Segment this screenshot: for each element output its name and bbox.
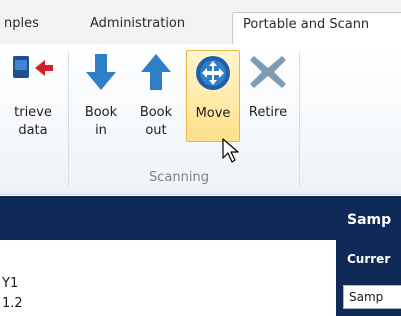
move-label: Move xyxy=(195,106,231,121)
tab-portable-and-scanning[interactable]: Portable and Scann xyxy=(232,12,401,44)
ribbon-tab-strip: nples Administration Portable and Scann xyxy=(0,0,401,45)
arrow-up-icon xyxy=(141,54,171,90)
retrieve-data-icon xyxy=(13,56,53,78)
book-out-label-line1: Book xyxy=(139,105,173,120)
content-panel xyxy=(0,240,336,316)
retire-x-icon xyxy=(250,56,286,88)
retire-label: Retire xyxy=(248,105,288,120)
book-out-button[interactable]: Book out xyxy=(133,52,179,140)
current-field-label: Currer xyxy=(347,252,391,266)
mouse-cursor-icon xyxy=(222,138,239,163)
move-button[interactable]: Move xyxy=(186,50,240,142)
header-band xyxy=(0,196,401,240)
retrieve-label-line2: data xyxy=(18,123,48,138)
tab-administration[interactable]: Administration xyxy=(90,16,185,31)
scanning-group-label: Scanning xyxy=(149,170,209,185)
current-sample-field[interactable]: Samp xyxy=(343,285,401,309)
list-item: Y1 xyxy=(2,276,19,291)
move-icon xyxy=(196,56,230,90)
book-in-label-line1: Book xyxy=(84,105,118,120)
retire-button[interactable]: Retire xyxy=(243,52,293,122)
retrieve-label-line1: trieve xyxy=(14,105,52,120)
list-item: 1.2 xyxy=(2,296,23,311)
tab-samples[interactable]: nples xyxy=(4,16,39,31)
retrieve-data-button[interactable]: trieve data xyxy=(0,52,66,140)
sample-panel-title: Samp xyxy=(347,212,392,228)
ribbon-separator xyxy=(299,52,300,186)
ribbon-separator xyxy=(68,52,69,186)
book-in-button[interactable]: Book in xyxy=(78,52,124,140)
arrow-down-icon xyxy=(86,54,116,90)
book-out-label-line2: out xyxy=(145,123,167,138)
book-in-label-line2: in xyxy=(95,123,107,138)
